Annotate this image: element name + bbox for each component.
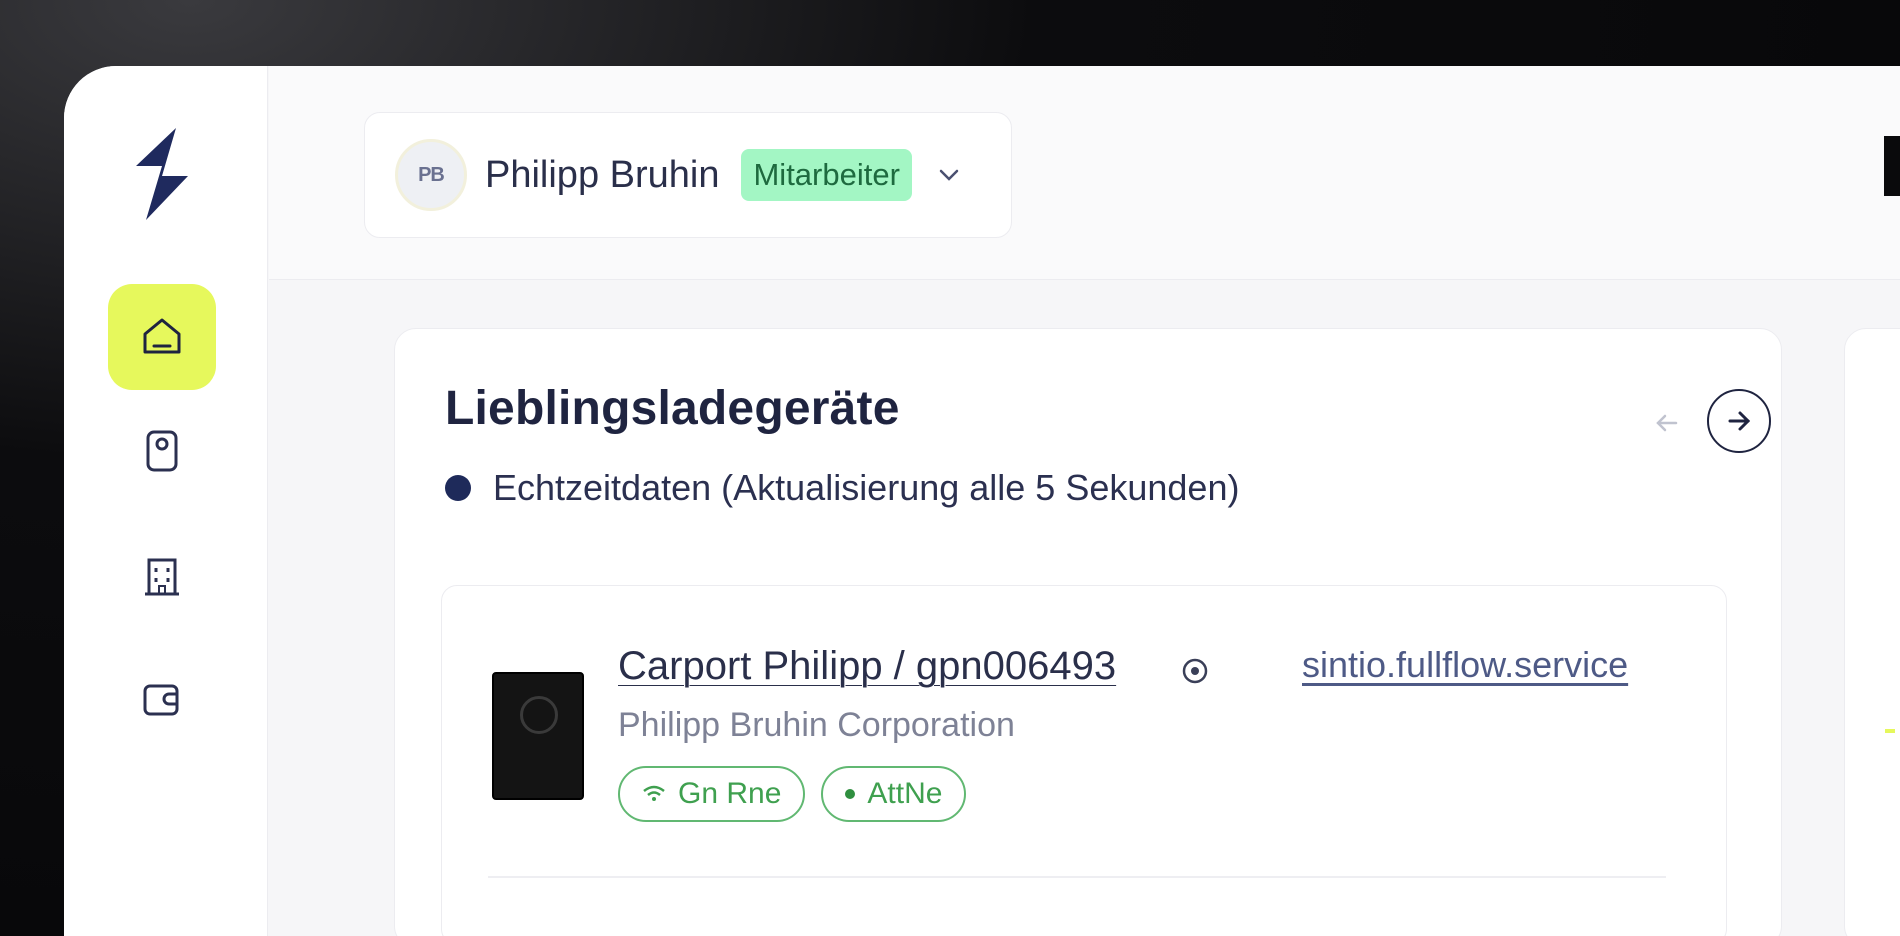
app-screen: PB Philipp Bruhin Mitarbeiter Lieblingsl…: [64, 66, 1900, 936]
wallet-icon: [143, 684, 179, 716]
status-chips: Gn Rne AttNe: [618, 766, 967, 822]
screen-edge: [1884, 136, 1900, 196]
charger-company: Philipp Bruhin Corporation: [618, 706, 1015, 744]
previous-button[interactable]: [1645, 401, 1689, 445]
divider: [488, 876, 1666, 878]
status-chip: AttNe: [821, 766, 967, 822]
charger-icon: [146, 430, 178, 472]
arrow-right-icon: [1728, 411, 1751, 431]
status-dot-icon: [845, 789, 856, 799]
building-icon: [145, 558, 179, 596]
service-link[interactable]: sintio.fullflow.service: [1302, 644, 1628, 686]
nav-wallet[interactable]: [108, 646, 216, 752]
charger-image: [492, 672, 584, 800]
target-icon[interactable]: [1180, 656, 1210, 686]
role-badge: Mitarbeiter: [741, 149, 912, 201]
realtime-indicator: Echtzeitdaten (Aktualisierung alle 5 Sek…: [445, 467, 1239, 509]
accent-mark: [1885, 729, 1895, 733]
brand-logo-icon[interactable]: [132, 126, 192, 222]
nav-home[interactable]: [108, 284, 216, 390]
status-chip-label: AttNe: [867, 777, 943, 810]
favorite-chargers-card: Lieblingsladegeräte Echtzeitdaten (Aktua…: [394, 328, 1782, 936]
realtime-text: Echtzeitdaten (Aktualisierung alle 5 Sek…: [493, 467, 1240, 508]
card-title: Lieblingsladegeräte: [445, 382, 900, 435]
secondary-card: [1844, 328, 1900, 936]
next-button[interactable]: [1707, 389, 1771, 453]
chevron-down-icon[interactable]: [934, 160, 964, 190]
wifi-icon: [643, 785, 665, 801]
arrow-left-icon: [1656, 414, 1678, 432]
user-name: Philipp Bruhin: [485, 153, 720, 196]
nav-chargers[interactable]: [108, 398, 216, 504]
charger-name-link[interactable]: Carport Philipp / gpn006493: [618, 644, 1116, 689]
live-dot-icon: [445, 475, 471, 501]
connection-chip: Gn Rne: [618, 766, 806, 822]
sidebar: [64, 66, 268, 936]
user-switcher[interactable]: PB Philipp Bruhin Mitarbeiter: [364, 112, 1012, 238]
avatar: PB: [395, 139, 467, 211]
charger-item[interactable]: Carport Philipp / gpn006493 sintio.fullf…: [441, 585, 1727, 936]
nav-locations[interactable]: [108, 522, 216, 628]
connection-chip-label: Gn Rne: [678, 777, 782, 810]
home-icon: [143, 318, 181, 354]
